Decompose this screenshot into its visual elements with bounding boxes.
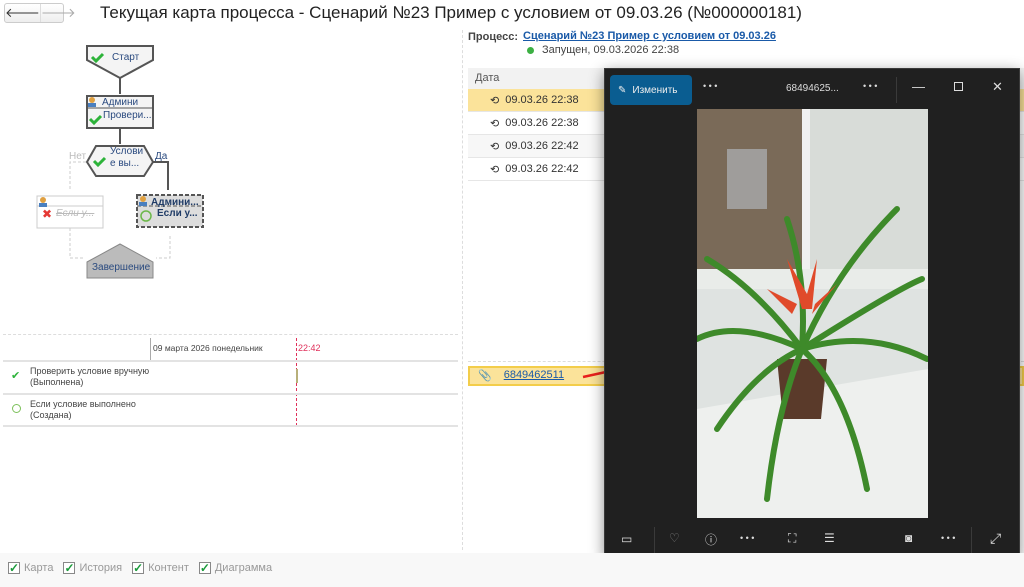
history-date: 09.03.26 22:42: [505, 163, 579, 175]
attachment-link[interactable]: 6849462511: [504, 369, 564, 383]
checkbox-map[interactable]: ✓ Карта: [8, 562, 53, 574]
row-name: Если условие выполнено: [30, 399, 136, 409]
history-date: 09.03.26 22:42: [505, 140, 579, 152]
start-label: Старт: [112, 52, 140, 63]
no-label: Нет: [69, 151, 87, 162]
condition-label: Услови е вы...: [110, 146, 143, 170]
photo-viewer-window: ✎ Изменить • • • 68494625... • • • — ✕ ▭ …: [604, 68, 1020, 558]
checkbox-label: Диаграмма: [214, 562, 273, 574]
maximize-icon[interactable]: [954, 82, 963, 91]
task1-name: Провери...: [103, 110, 152, 121]
divider: [3, 334, 458, 335]
checkbox-history[interactable]: ✓ История: [63, 562, 122, 574]
process-label: Процесс:: [468, 31, 518, 43]
checkbox-check-icon: ✓: [132, 561, 145, 575]
minimize-icon[interactable]: —: [912, 79, 925, 94]
timeline-row[interactable]: Проверить условие вручную (Выполнена): [30, 366, 149, 388]
cond-line2: е вы...: [110, 158, 140, 169]
more-button[interactable]: • • •: [703, 81, 717, 91]
task2-name: Если у...: [56, 208, 95, 219]
task3-name: Если у...: [157, 208, 198, 219]
text-extract-icon[interactable]: ☰: [824, 531, 835, 545]
visual-search-icon[interactable]: ⛶: [788, 531, 796, 546]
page-title: Текущая карта процесса - Сценарий №23 Пр…: [100, 3, 802, 22]
heart-icon[interactable]: ♡: [669, 531, 680, 545]
cond-line1: Услови: [110, 146, 144, 157]
history-date: 09.03.26 22:38: [505, 117, 579, 129]
checkbox-label: История: [79, 562, 123, 574]
task-bar: [296, 369, 298, 383]
edit-label: Изменить: [632, 84, 678, 96]
row-state: (Создана): [30, 410, 72, 420]
checkbox-check-icon: ✓: [198, 561, 211, 575]
process-link[interactable]: Сценарий №23 Пример с условием от 09.03.…: [523, 30, 776, 42]
info-icon[interactable]: ⓘ: [705, 531, 717, 548]
history-icon: ⟲: [490, 94, 500, 107]
checkbox-check-icon: ✓: [8, 561, 20, 575]
forward-button[interactable]: 🡒: [39, 4, 76, 22]
timeline-date: 09 марта 2026 понедельник: [150, 338, 265, 360]
yes-label: Да: [155, 151, 168, 162]
edit-image-icon: ✎: [618, 84, 627, 96]
circle-icon: [12, 404, 21, 413]
close-icon[interactable]: ✕: [992, 79, 1003, 95]
status-dot-icon: [527, 47, 534, 54]
timeline-row[interactable]: Если условие выполнено (Создана): [30, 399, 136, 421]
background-blur-icon[interactable]: ◙: [905, 531, 912, 545]
task3-user: Админи...: [151, 197, 199, 208]
end-label: Завершение: [92, 262, 151, 273]
timeline-now: 22:42: [298, 343, 321, 353]
task1-user: Админи: [102, 97, 139, 108]
row-state: (Выполнена): [30, 377, 84, 387]
more-button[interactable]: • • •: [863, 81, 877, 91]
paperclip-icon: 📎: [478, 370, 492, 382]
process-status: Запущен, 09.03.2026 22:38: [542, 44, 680, 56]
checkbox-check-icon: ✓: [63, 561, 76, 575]
plant-photo: [697, 109, 928, 518]
checkbox-label: Контент: [148, 562, 189, 574]
checkbox-content[interactable]: ✓ Контент: [132, 562, 189, 574]
fullscreen-icon[interactable]: ⤢: [990, 530, 1001, 547]
checkbox-label: Карта: [24, 562, 54, 574]
cross-icon: ✖: [42, 207, 52, 221]
filmstrip-icon[interactable]: ▭: [621, 532, 632, 546]
more-button[interactable]: • • •: [941, 533, 955, 543]
history-icon: ⟲: [490, 163, 500, 176]
history-icon: ⟲: [490, 117, 500, 130]
divider: [462, 30, 463, 550]
check-icon: ✔: [11, 370, 21, 382]
history-icon: ⟲: [490, 140, 500, 153]
column-date: Дата: [475, 72, 500, 84]
back-button[interactable]: 🡐: [5, 4, 40, 22]
row-name: Проверить условие вручную: [30, 366, 150, 376]
navigation-buttons: 🡐 🡒: [4, 3, 76, 23]
history-date: 09.03.26 22:38: [505, 94, 579, 106]
footer-bar: ✓ Карта ✓ История ✓ Контент ✓ Диаграмма: [0, 553, 1024, 587]
edit-button[interactable]: ✎ Изменить: [610, 75, 692, 105]
checkbox-diagram[interactable]: ✓ Диаграмма: [198, 561, 273, 575]
file-name: 68494625...: [786, 83, 839, 94]
more-button[interactable]: • • •: [740, 533, 754, 543]
